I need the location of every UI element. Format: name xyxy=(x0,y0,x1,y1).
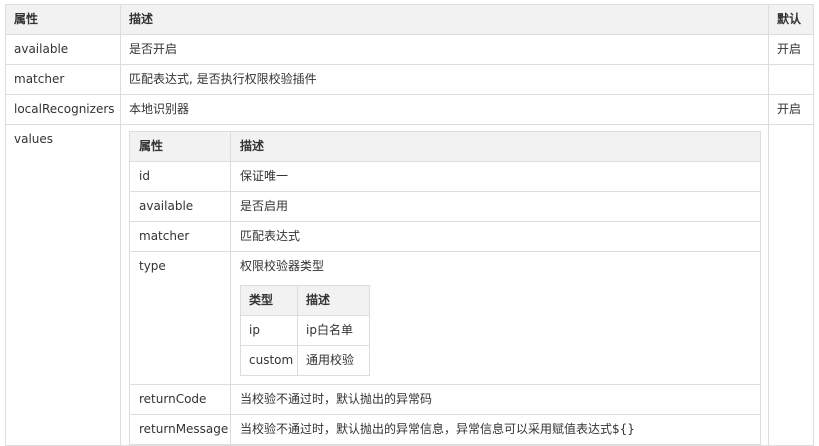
header-default: 默认 xyxy=(768,4,814,35)
prop-name: matcher xyxy=(5,64,121,95)
values-desc: 当校验不通过时，默认抛出的异常信息，异常信息可以采用赋值表达式${} xyxy=(230,414,761,445)
table-header-row: 属性 描述 默认 xyxy=(5,4,814,35)
values-row: type 权限校验器类型 类型 描述 ip ip白名单 custom 通用校验 xyxy=(129,251,761,385)
values-table: 属性 描述 id 保证唯一 available 是否启用 matcher 匹配表… xyxy=(129,131,761,445)
prop-default xyxy=(768,124,814,446)
values-name: type xyxy=(129,251,231,385)
values-desc-type: 权限校验器类型 类型 描述 ip ip白名单 custom 通用校验 xyxy=(230,251,761,385)
type-row: ip ip白名单 xyxy=(240,315,370,346)
type-name: custom xyxy=(240,345,298,376)
type-row: custom 通用校验 xyxy=(240,345,370,376)
type-header-type: 类型 xyxy=(240,285,298,316)
values-name: id xyxy=(129,161,231,192)
table-row: available 是否开启 开启 xyxy=(5,34,814,65)
type-table: 类型 描述 ip ip白名单 custom 通用校验 xyxy=(240,285,370,376)
type-desc: 通用校验 xyxy=(297,345,370,376)
header-attr: 属性 xyxy=(5,4,121,35)
values-row: available 是否启用 xyxy=(129,191,761,222)
type-header-row: 类型 描述 xyxy=(240,285,370,316)
prop-name: available xyxy=(5,34,121,65)
table-row: values 属性 描述 id 保证唯一 available 是否启用 matc… xyxy=(5,124,814,446)
type-desc: ip白名单 xyxy=(297,315,370,346)
values-row: returnMessage 当校验不通过时，默认抛出的异常信息，异常信息可以采用… xyxy=(129,414,761,445)
values-name: matcher xyxy=(129,221,231,252)
values-row: returnCode 当校验不通过时，默认抛出的异常码 xyxy=(129,384,761,415)
prop-name: values xyxy=(5,124,121,446)
prop-default xyxy=(768,64,814,95)
values-desc: 当校验不通过时，默认抛出的异常码 xyxy=(230,384,761,415)
prop-desc: 是否开启 xyxy=(120,34,769,65)
values-row: id 保证唯一 xyxy=(129,161,761,192)
table-row: matcher 匹配表达式, 是否执行权限校验插件 xyxy=(5,64,814,95)
prop-default: 开启 xyxy=(768,34,814,65)
table-row: localRecognizers 本地识别器 开启 xyxy=(5,94,814,125)
values-desc: 匹配表达式 xyxy=(230,221,761,252)
type-name: ip xyxy=(240,315,298,346)
values-name: returnMessage xyxy=(129,414,231,445)
values-desc: 是否启用 xyxy=(230,191,761,222)
prop-name: localRecognizers xyxy=(5,94,121,125)
values-header-row: 属性 描述 xyxy=(129,131,761,162)
properties-table: 属性 描述 默认 available 是否开启 开启 matcher 匹配表达式… xyxy=(5,4,814,446)
prop-desc-nested: 属性 描述 id 保证唯一 available 是否启用 matcher 匹配表… xyxy=(120,124,769,446)
prop-desc: 匹配表达式, 是否执行权限校验插件 xyxy=(120,64,769,95)
values-name: returnCode xyxy=(129,384,231,415)
values-name: available xyxy=(129,191,231,222)
values-header-desc: 描述 xyxy=(230,131,761,162)
prop-default: 开启 xyxy=(768,94,814,125)
prop-desc: 本地识别器 xyxy=(120,94,769,125)
values-header-attr: 属性 xyxy=(129,131,231,162)
header-desc: 描述 xyxy=(120,4,769,35)
type-header-desc: 描述 xyxy=(297,285,370,316)
values-desc: 保证唯一 xyxy=(230,161,761,192)
values-row: matcher 匹配表达式 xyxy=(129,221,761,252)
type-desc-text: 权限校验器类型 xyxy=(240,259,325,273)
